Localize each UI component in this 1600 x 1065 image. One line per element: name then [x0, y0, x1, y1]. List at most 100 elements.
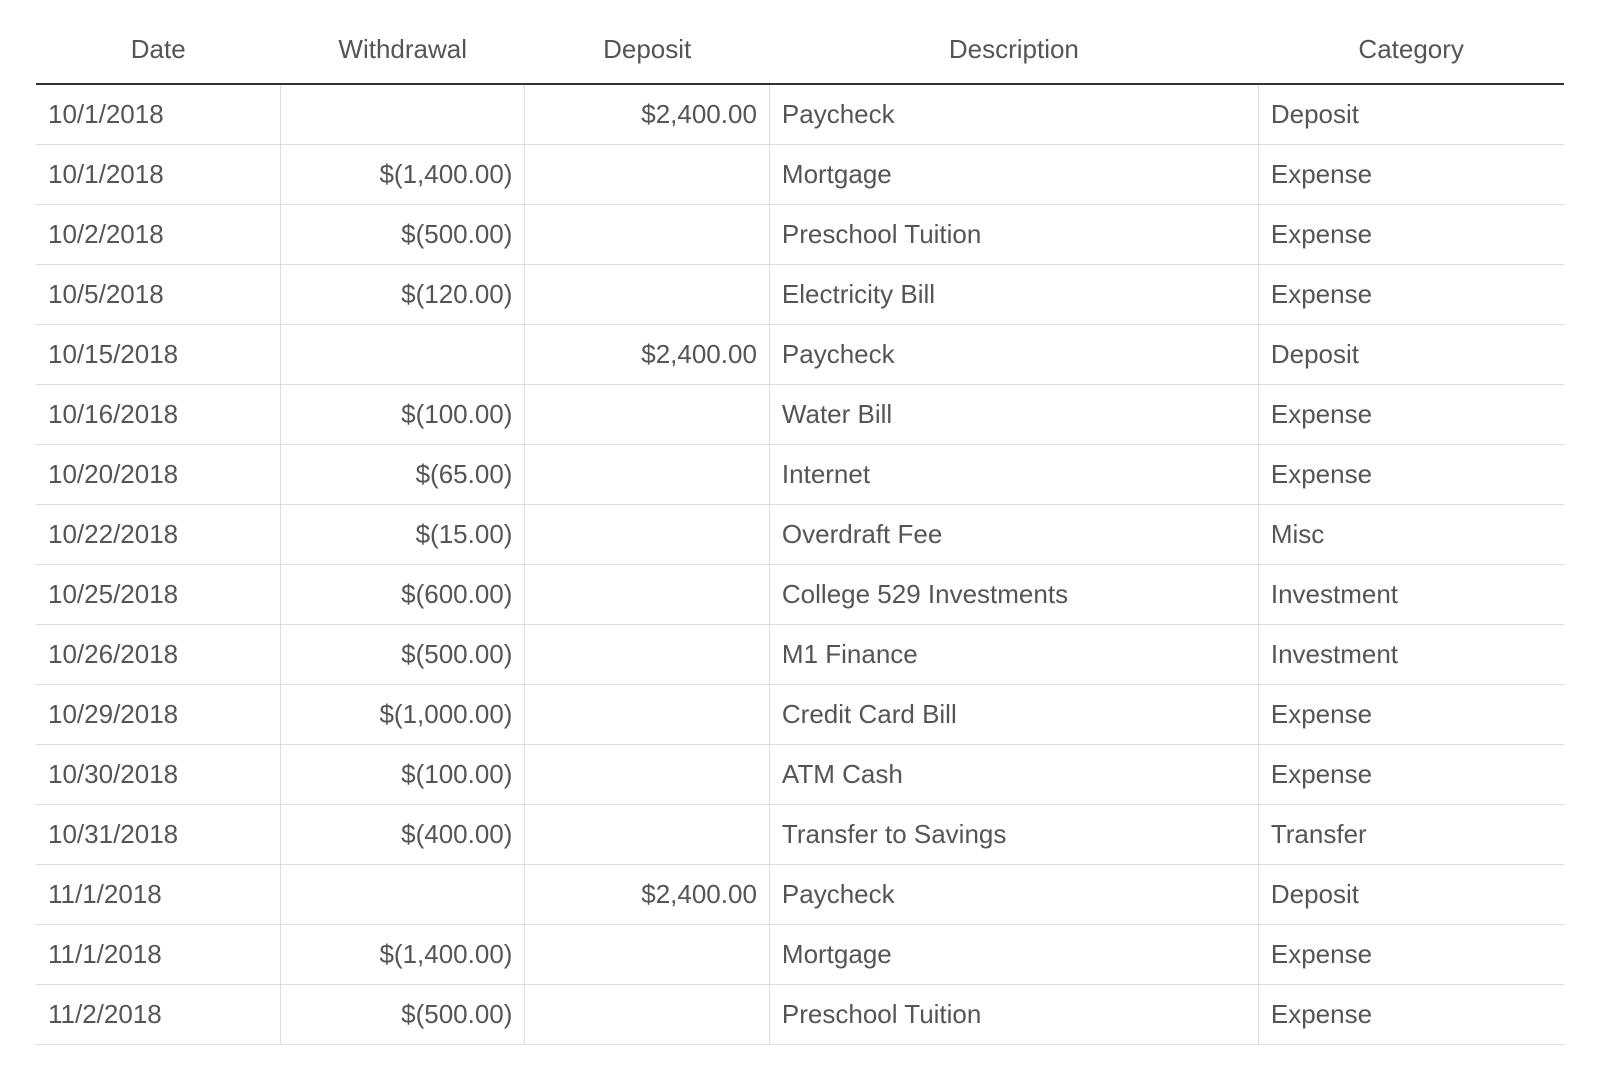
cell-deposit — [525, 385, 769, 445]
cell-date: 10/2/2018 — [36, 205, 280, 265]
cell-category: Deposit — [1258, 325, 1564, 385]
cell-withdrawal: $(120.00) — [280, 265, 524, 325]
cell-description: Water Bill — [769, 385, 1258, 445]
cell-date: 10/1/2018 — [36, 145, 280, 205]
cell-description: Transfer to Savings — [769, 805, 1258, 865]
cell-category: Investment — [1258, 625, 1564, 685]
table-row: 10/5/2018$(120.00) Electricity BillExpens… — [36, 265, 1564, 325]
cell-category: Expense — [1258, 205, 1564, 265]
cell-category: Expense — [1258, 385, 1564, 445]
cell-deposit — [525, 685, 769, 745]
cell-withdrawal: $(15.00) — [280, 505, 524, 565]
cell-description: Preschool Tuition — [769, 205, 1258, 265]
cell-description: Overdraft Fee — [769, 505, 1258, 565]
cell-date: 11/2/2018 — [36, 985, 280, 1045]
cell-deposit: $2,400.00 — [525, 325, 769, 385]
table-row: 10/30/2018$(100.00) ATM CashExpense — [36, 745, 1564, 805]
cell-withdrawal: $(100.00) — [280, 745, 524, 805]
cell-withdrawal — [280, 325, 524, 385]
cell-description: Mortgage — [769, 145, 1258, 205]
table-row: 10/1/2018$(1,400.00) MortgageExpense — [36, 145, 1564, 205]
table-row: 11/2/2018$(500.00) Preschool TuitionExpen… — [36, 985, 1564, 1045]
cell-withdrawal: $(400.00) — [280, 805, 524, 865]
header-description: Description — [769, 20, 1258, 84]
cell-deposit — [525, 445, 769, 505]
cell-date: 11/1/2018 — [36, 925, 280, 985]
cell-date: 10/20/2018 — [36, 445, 280, 505]
cell-date: 10/16/2018 — [36, 385, 280, 445]
header-date: Date — [36, 20, 280, 84]
cell-date: 10/1/2018 — [36, 84, 280, 145]
cell-description: Paycheck — [769, 325, 1258, 385]
cell-withdrawal: $(600.00) — [280, 565, 524, 625]
cell-description: ATM Cash — [769, 745, 1258, 805]
cell-deposit — [525, 145, 769, 205]
cell-date: 10/29/2018 — [36, 685, 280, 745]
cell-deposit: $2,400.00 — [525, 865, 769, 925]
table-body: 10/1/2018$2,400.00PaycheckDeposit10/1/20… — [36, 84, 1564, 1045]
cell-withdrawal: $(500.00) — [280, 625, 524, 685]
cell-withdrawal: $(1,400.00) — [280, 925, 524, 985]
cell-date: 10/31/2018 — [36, 805, 280, 865]
cell-deposit — [525, 925, 769, 985]
cell-withdrawal: $(1,000.00) — [280, 685, 524, 745]
cell-withdrawal: $(1,400.00) — [280, 145, 524, 205]
cell-date: 11/1/2018 — [36, 865, 280, 925]
header-category: Category — [1258, 20, 1564, 84]
transactions-table: Date Withdrawal Deposit Description Cate… — [36, 20, 1564, 1045]
cell-category: Deposit — [1258, 865, 1564, 925]
cell-deposit — [525, 625, 769, 685]
cell-deposit — [525, 265, 769, 325]
cell-deposit — [525, 565, 769, 625]
table-header-row: Date Withdrawal Deposit Description Cate… — [36, 20, 1564, 84]
table-row: 10/31/2018$(400.00) Transfer to SavingsTr… — [36, 805, 1564, 865]
cell-category: Expense — [1258, 145, 1564, 205]
cell-category: Expense — [1258, 745, 1564, 805]
cell-deposit — [525, 205, 769, 265]
cell-category: Expense — [1258, 925, 1564, 985]
cell-description: Paycheck — [769, 865, 1258, 925]
cell-category: Expense — [1258, 445, 1564, 505]
cell-withdrawal — [280, 865, 524, 925]
cell-description: Electricity Bill — [769, 265, 1258, 325]
table-row: 10/29/2018$(1,000.00) Credit Card BillExp… — [36, 685, 1564, 745]
cell-deposit: $2,400.00 — [525, 84, 769, 145]
cell-date: 10/15/2018 — [36, 325, 280, 385]
cell-date: 10/22/2018 — [36, 505, 280, 565]
cell-description: Mortgage — [769, 925, 1258, 985]
table-row: 10/22/2018$(15.00) Overdraft FeeMisc — [36, 505, 1564, 565]
cell-deposit — [525, 805, 769, 865]
cell-description: Preschool Tuition — [769, 985, 1258, 1045]
cell-withdrawal: $(500.00) — [280, 205, 524, 265]
cell-date: 10/26/2018 — [36, 625, 280, 685]
cell-category: Expense — [1258, 685, 1564, 745]
cell-deposit — [525, 505, 769, 565]
table-row: 10/20/2018$(65.00) InternetExpense — [36, 445, 1564, 505]
header-withdrawal: Withdrawal — [280, 20, 524, 84]
cell-category: Expense — [1258, 985, 1564, 1045]
cell-description: Paycheck — [769, 84, 1258, 145]
cell-withdrawal: $(500.00) — [280, 985, 524, 1045]
table-row: 10/2/2018$(500.00) Preschool TuitionExpen… — [36, 205, 1564, 265]
cell-category: Transfer — [1258, 805, 1564, 865]
cell-category: Investment — [1258, 565, 1564, 625]
table-row: 11/1/2018$(1,400.00) MortgageExpense — [36, 925, 1564, 985]
cell-date: 10/5/2018 — [36, 265, 280, 325]
cell-description: Credit Card Bill — [769, 685, 1258, 745]
header-deposit: Deposit — [525, 20, 769, 84]
cell-description: M1 Finance — [769, 625, 1258, 685]
cell-category: Misc — [1258, 505, 1564, 565]
cell-description: Internet — [769, 445, 1258, 505]
cell-category: Deposit — [1258, 84, 1564, 145]
table-row: 10/1/2018 $2,400.00PaycheckDeposit — [36, 84, 1564, 145]
cell-withdrawal — [280, 84, 524, 145]
cell-deposit — [525, 745, 769, 805]
cell-withdrawal: $(100.00) — [280, 385, 524, 445]
table-row: 10/26/2018$(500.00) M1 FinanceInvestment — [36, 625, 1564, 685]
cell-category: Expense — [1258, 265, 1564, 325]
cell-withdrawal: $(65.00) — [280, 445, 524, 505]
cell-date: 10/30/2018 — [36, 745, 280, 805]
table-row: 10/16/2018$(100.00) Water BillExpense — [36, 385, 1564, 445]
cell-deposit — [525, 985, 769, 1045]
cell-date: 10/25/2018 — [36, 565, 280, 625]
